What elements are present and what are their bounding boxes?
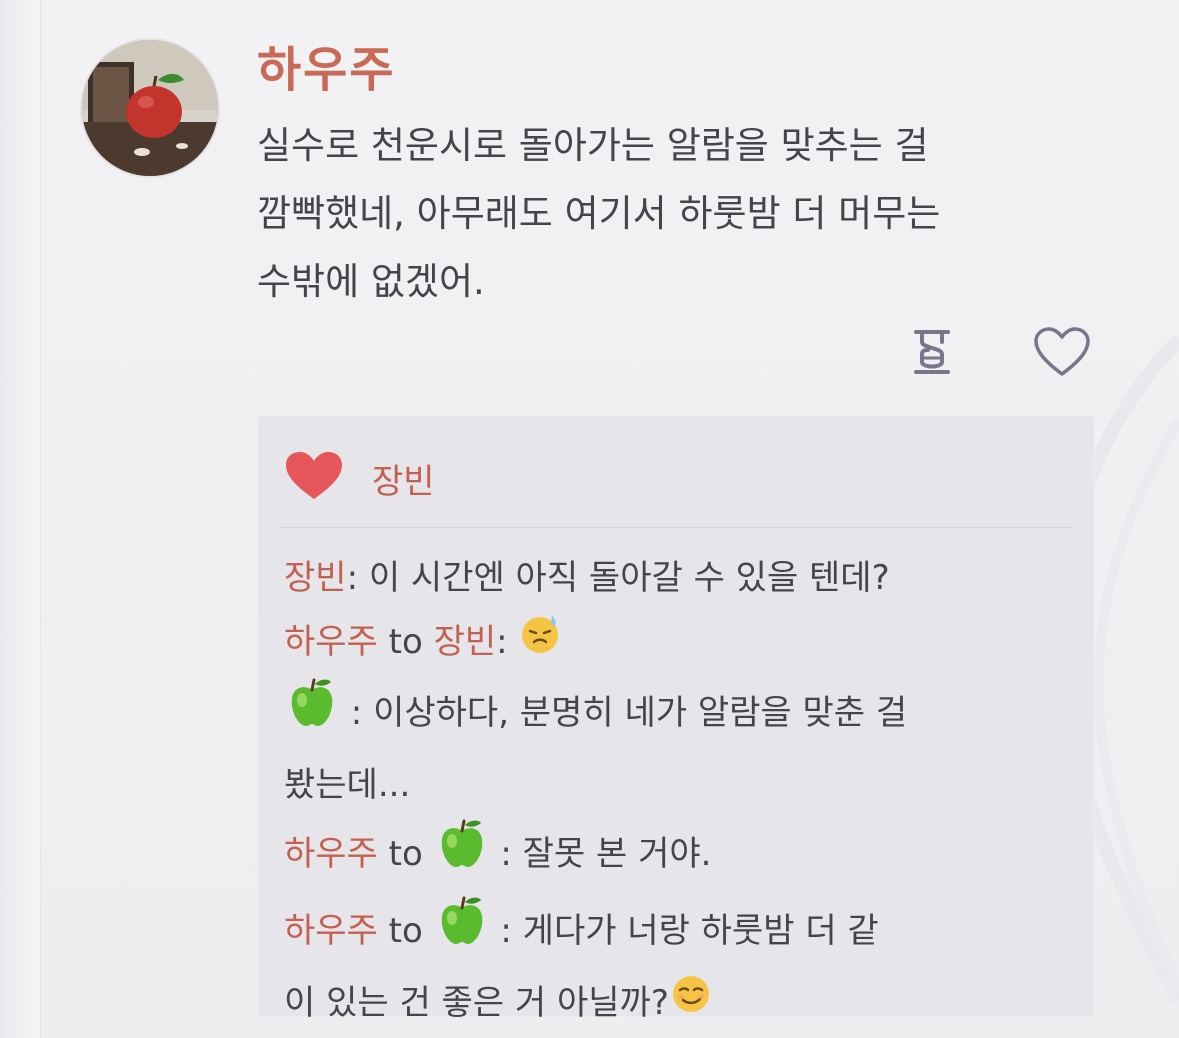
post-message-line: 실수로 천운시로 돌아가는 알람을 맞추는 걸 <box>257 124 929 167</box>
comment-text: : 이상하다, 분명히 네가 알람을 맞춘 걸 <box>340 693 908 733</box>
comment-list: 장빈: 이 시간엔 아직 돌아갈 수 있을 텐데? 하우주 to 장빈:: 이… <box>284 546 1074 1037</box>
comment-to: to <box>377 622 434 662</box>
avatar[interactable] <box>82 40 218 176</box>
comment-to: to <box>377 911 434 951</box>
likes-row: 장빈 <box>284 448 435 508</box>
comment-author[interactable]: 하우주 <box>284 834 378 874</box>
comment-to: to <box>377 834 434 874</box>
comment-reply-target[interactable]: 장빈 <box>434 622 497 662</box>
comment-text: 봤는데... <box>284 765 411 805</box>
hourglass-icon[interactable] <box>902 322 962 382</box>
green-apple-emoji[interactable] <box>284 676 340 753</box>
comment-item-continued: 봤는데... <box>284 753 1074 817</box>
comment-item[interactable]: 장빈: 이 시간엔 아직 돌아갈 수 있을 텐데? <box>284 546 1074 610</box>
comment-item[interactable]: 하우주 to 장빈: <box>284 610 1074 676</box>
post-message-line: 수밖에 없겠어. <box>257 260 485 303</box>
comment-item-continued: 이 있는 건 좋은 거 아닐까? <box>284 971 1074 1037</box>
green-apple-emoji[interactable] <box>434 894 490 971</box>
comment-text: : 이 시간엔 아직 돌아갈 수 있을 텐데? <box>346 558 890 598</box>
liked-by-names[interactable]: 장빈 <box>372 454 435 503</box>
comment-author[interactable]: 하우주 <box>284 911 378 951</box>
sweat-smile-emoji <box>518 611 562 676</box>
avatar-apple-image <box>82 40 218 176</box>
comment-author[interactable]: 하우주 <box>284 622 378 662</box>
likes-divider <box>280 527 1072 528</box>
comment-separator: : <box>496 622 519 662</box>
comment-text: 이 있는 건 좋은 거 아닐까? <box>284 983 669 1023</box>
comment-author[interactable]: 장빈 <box>284 558 347 598</box>
comment-item[interactable]: 하우주 to : 게다가 너랑 하룻밤 더 같 <box>284 894 1074 971</box>
heart-filled-icon <box>284 451 344 505</box>
smirk-emoji <box>669 972 713 1037</box>
comment-section: 장빈 장빈: 이 시간엔 아직 돌아갈 수 있을 텐데? 하우주 to 장빈: <box>258 416 1094 1023</box>
comment-text: : 게다가 너랑 하룻밤 더 같 <box>489 911 879 951</box>
like-heart-outline-icon[interactable] <box>1032 322 1092 382</box>
post-message-line: 깜빡했네, 아무래도 여기서 하룻밤 더 머무는 <box>257 192 941 235</box>
left-rail <box>0 0 41 1038</box>
comment-text: : 잘못 본 거야. <box>489 834 712 874</box>
moment-post: 하우주 실수로 천운시로 돌아가는 알람을 맞추는 걸 깜빡했네, 아무래도 여… <box>40 0 1179 1038</box>
comment-item[interactable]: : 이상하다, 분명히 네가 알람을 맞춘 걸 <box>284 676 1074 753</box>
post-author[interactable]: 하우주 <box>257 30 395 100</box>
post-message: 실수로 천운시로 돌아가는 알람을 맞추는 걸 깜빡했네, 아무래도 여기서 하… <box>257 112 1137 316</box>
comment-item[interactable]: 하우주 to : 잘못 본 거야. <box>284 817 1074 894</box>
green-apple-emoji[interactable] <box>434 817 490 894</box>
